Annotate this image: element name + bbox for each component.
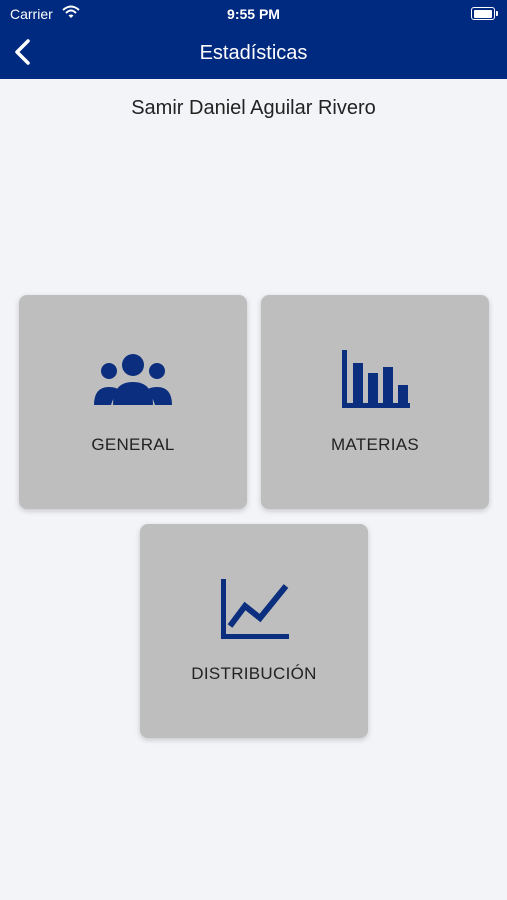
user-name: Samir Daniel Aguilar Rivero <box>131 97 376 119</box>
distribucion-label: DISTRIBUCIÓN <box>191 664 317 683</box>
battery-icon <box>471 7 498 20</box>
page-title: Estadísticas <box>199 42 308 64</box>
status-time: 9:55 PM <box>227 6 280 22</box>
group-icon <box>94 354 172 405</box>
general-tile-button[interactable]: GENERAL <box>19 295 247 509</box>
materias-label: MATERIAS <box>330 435 420 454</box>
line-chart-icon <box>221 579 289 639</box>
general-label: GENERAL <box>91 435 175 454</box>
header: Carrier 9:55 PM Estadísticas <box>0 0 507 79</box>
bar-chart-icon <box>342 350 410 408</box>
distribucion-tile-button[interactable]: DISTRIBUCIÓN <box>140 524 368 738</box>
status-bar: Carrier 9:55 PM <box>0 0 507 28</box>
materias-tile-button[interactable]: MATERIAS <box>261 295 489 509</box>
